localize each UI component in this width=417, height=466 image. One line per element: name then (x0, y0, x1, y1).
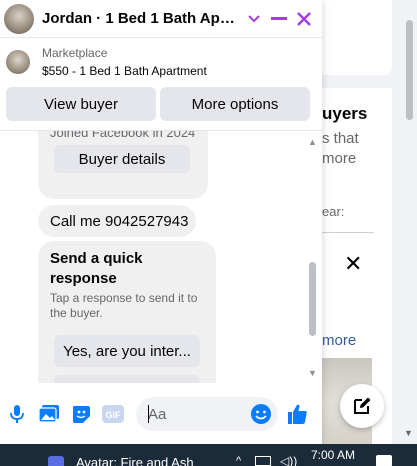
background-card-top (312, 0, 392, 75)
background-divider (322, 232, 374, 233)
message-input[interactable] (148, 405, 244, 423)
notification-icon[interactable] (376, 455, 392, 466)
message-composer: GIF (0, 394, 322, 434)
background-text-line: s that (322, 130, 359, 147)
dismiss-icon[interactable]: ✕ (344, 253, 362, 275)
text-caret (148, 405, 149, 423)
svg-text:GIF: GIF (106, 410, 122, 420)
clock-time[interactable]: 7:00 AM (311, 448, 355, 462)
listing-banner[interactable]: Marketplace $550 - 1 Bed 1 Bath Apartmen… (6, 42, 316, 82)
quick-response-option[interactable] (54, 375, 200, 383)
close-icon[interactable] (293, 8, 315, 30)
microphone-icon[interactable] (6, 403, 28, 425)
chevron-up-icon[interactable]: ^ (236, 455, 241, 466)
gif-icon[interactable]: GIF (102, 403, 124, 425)
taskbar-app-title[interactable]: Avatar: Fire and Ash (76, 455, 194, 466)
listing-summary: $550 - 1 Bed 1 Bath Apartment (42, 64, 207, 78)
background-section-title: uyers (322, 104, 368, 123)
volume-icon[interactable]: ◁)) (280, 454, 297, 466)
quick-response-title: Send a quick response (50, 250, 143, 287)
see-more-link[interactable]: more (322, 332, 356, 349)
listing-avatar (6, 50, 30, 74)
view-buyer-button[interactable]: View buyer (6, 87, 156, 121)
listing-actions: View buyer More options (6, 87, 310, 121)
scroll-up-arrow-icon[interactable]: ▲ (308, 137, 317, 147)
message-bubble: Joined Facebook in 2024 Buyer details (38, 131, 208, 199)
chat-scrollbar-thumb[interactable] (309, 262, 316, 336)
media-player-icon[interactable] (48, 456, 64, 466)
joined-text: Joined Facebook in 2024 (50, 131, 196, 140)
avatar[interactable] (4, 3, 34, 34)
photo-icon[interactable] (38, 403, 60, 425)
quick-response-subtitle: Tap a response to send it to the buyer. (50, 291, 198, 320)
chat-window: Jordan · 1 Bed 1 Bath Apart... Marketpla… (0, 0, 322, 444)
chat-header[interactable]: Jordan · 1 Bed 1 Bath Apart... (0, 0, 322, 38)
minimize-icon[interactable] (268, 8, 290, 30)
background-text-line: ear: (322, 204, 345, 219)
message-list[interactable]: Joined Facebook in 2024 Buyer details Ca… (0, 131, 306, 383)
message-bubble: Call me 9042527943 (38, 205, 196, 237)
message-input-wrapper[interactable] (136, 397, 278, 431)
chevron-down-icon[interactable] (243, 8, 265, 30)
background-text-line: more (322, 150, 357, 167)
emoji-icon[interactable] (250, 403, 272, 430)
buyer-details-button[interactable]: Buyer details (54, 145, 190, 173)
listing-source: Marketplace (42, 46, 108, 60)
taskbar: Avatar: Fire and Ash ^ ◁)) 7:00 AM (0, 444, 417, 466)
thumbs-up-icon[interactable] (286, 403, 308, 425)
new-message-button[interactable] (340, 384, 384, 428)
quick-response-card: Send a quick response Tap a response to … (38, 241, 216, 383)
chat-title[interactable]: Jordan · 1 Bed 1 Bath Apart... (42, 10, 240, 27)
scroll-down-arrow-icon[interactable]: ▼ (308, 368, 317, 378)
sticker-icon[interactable] (70, 403, 92, 425)
more-options-button[interactable]: More options (160, 87, 310, 121)
network-icon[interactable] (255, 456, 271, 466)
compose-icon (354, 397, 371, 414)
quick-response-option[interactable]: Yes, are you inter... (54, 335, 200, 367)
scroll-down-arrow-icon[interactable]: ▼ (404, 428, 413, 438)
page-scrollbar-thumb[interactable] (406, 20, 413, 120)
